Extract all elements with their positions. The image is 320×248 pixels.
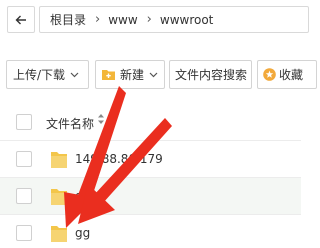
breadcrumb: 根目录 › www › wwwroot	[39, 6, 309, 33]
toolbar: 上传/下载 新建 文件内容搜索 收藏	[0, 56, 317, 90]
arrow-left-icon	[15, 15, 26, 24]
folder-icon	[51, 152, 67, 168]
chevron-down-icon	[70, 72, 79, 77]
favorites-button[interactable]: 收藏	[257, 60, 317, 89]
table-row[interactable]: gg	[0, 215, 301, 248]
content-search-label: 文件内容搜索	[175, 68, 248, 82]
column-header-name[interactable]: 文件名称	[46, 115, 94, 132]
table-row[interactable]: 149.88.80.179	[0, 141, 301, 178]
breadcrumb-separator: ›	[146, 12, 152, 27]
table-row[interactable]: data	[0, 178, 301, 215]
new-button[interactable]: 新建	[95, 60, 165, 89]
favorites-label: 收藏	[279, 68, 304, 82]
back-button[interactable]	[7, 6, 35, 33]
folder-icon	[51, 189, 67, 205]
row-checkbox[interactable]	[16, 151, 32, 167]
file-name[interactable]: gg	[75, 226, 90, 240]
breadcrumb-root[interactable]: 根目录	[50, 11, 86, 28]
new-folder-icon	[102, 70, 115, 80]
upload-download-label: 上传/下载	[13, 68, 66, 82]
path-bar: 根目录 › www › wwwroot	[0, 0, 309, 40]
file-list-header: 文件名称	[0, 104, 301, 141]
folder-icon	[51, 226, 67, 242]
file-name[interactable]: 149.88.80.179	[75, 152, 163, 166]
file-name[interactable]: data	[75, 189, 102, 203]
row-checkbox[interactable]	[16, 188, 32, 204]
breadcrumb-www[interactable]: www	[108, 13, 137, 27]
content-search-button[interactable]: 文件内容搜索	[169, 60, 252, 89]
chevron-down-icon	[149, 72, 158, 77]
new-label: 新建	[120, 68, 145, 82]
star-icon	[263, 68, 276, 81]
select-all-checkbox[interactable]	[16, 114, 32, 130]
breadcrumb-separator: ›	[95, 12, 101, 27]
breadcrumb-wwwroot[interactable]: wwwroot	[160, 13, 214, 27]
sort-icon[interactable]	[97, 113, 105, 125]
row-checkbox[interactable]	[16, 225, 32, 241]
upload-download-button[interactable]: 上传/下载	[6, 60, 89, 89]
